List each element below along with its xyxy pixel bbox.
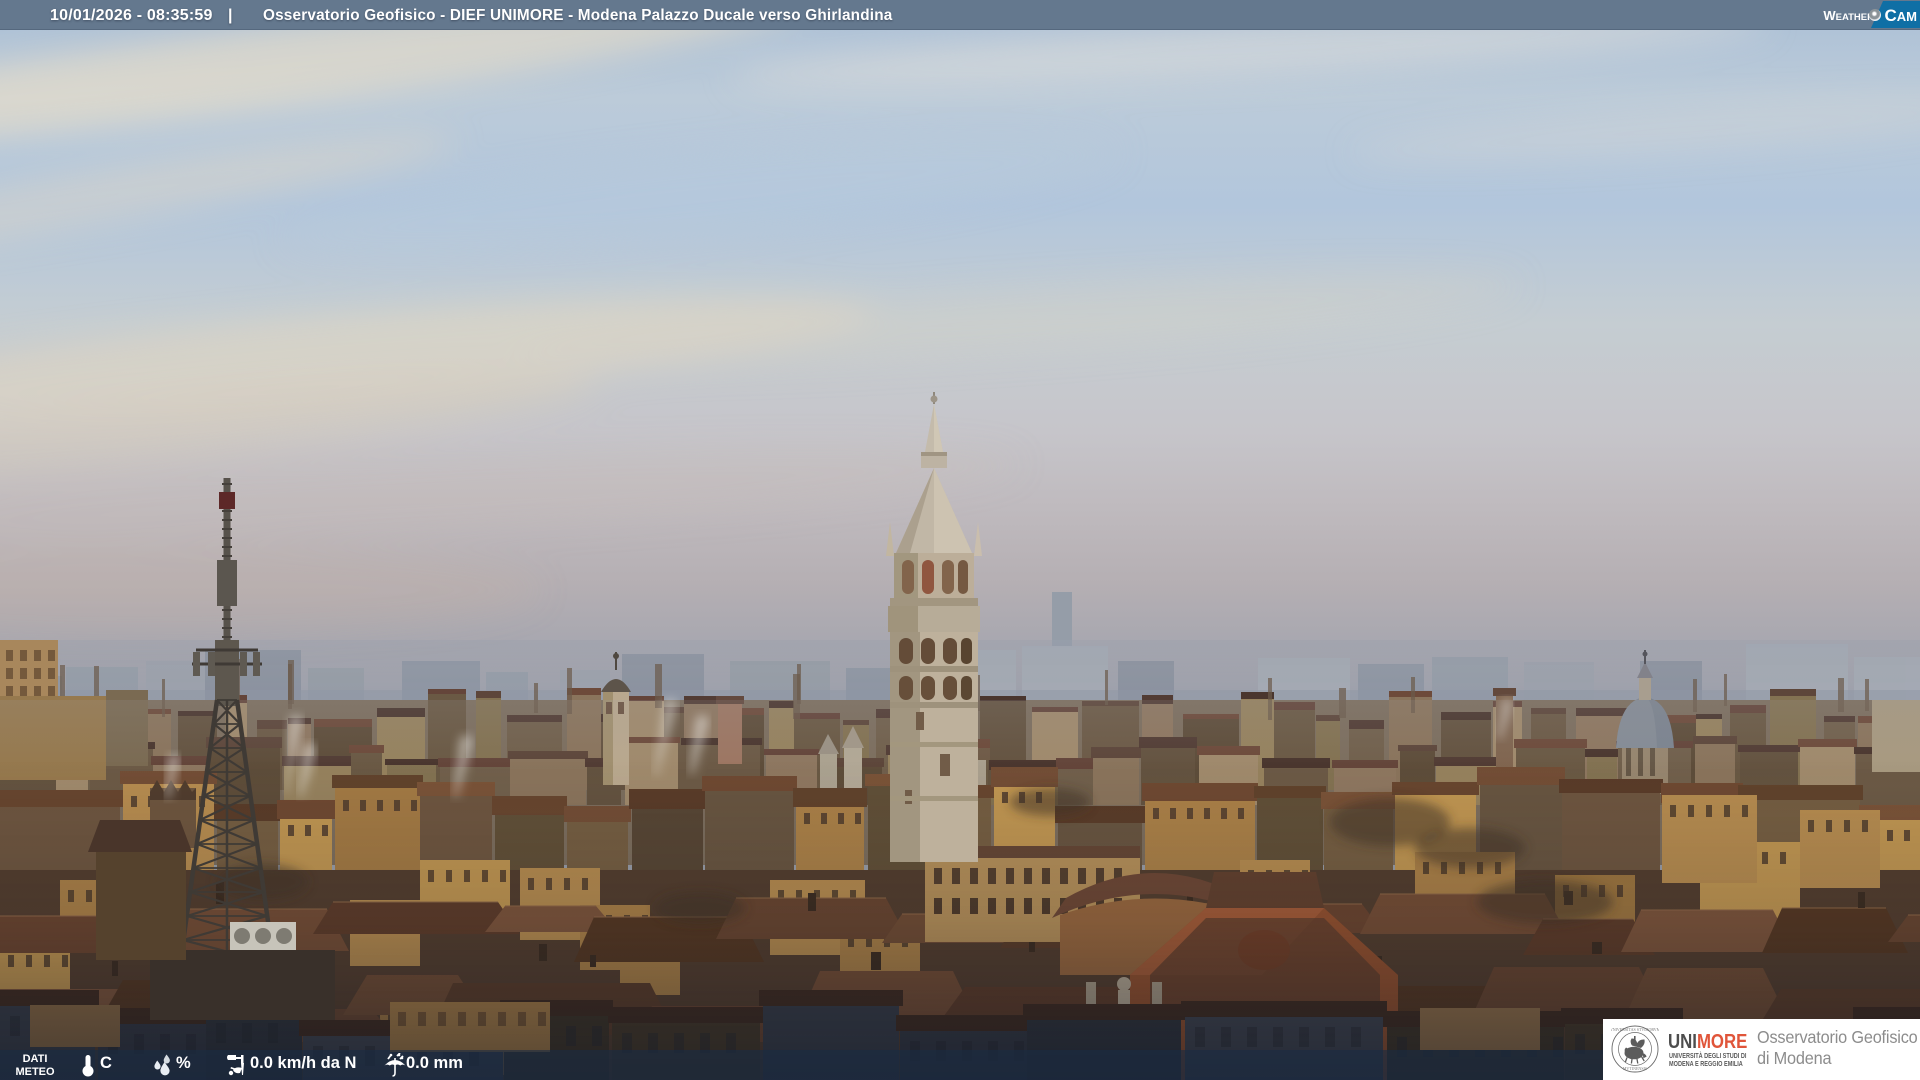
svg-text:VNIVERSITAS STVDIORVM: VNIVERSITAS STVDIORVM <box>1611 1027 1659 1032</box>
svg-text:MVTINENSIS: MVTINENSIS <box>1623 1066 1647 1071</box>
